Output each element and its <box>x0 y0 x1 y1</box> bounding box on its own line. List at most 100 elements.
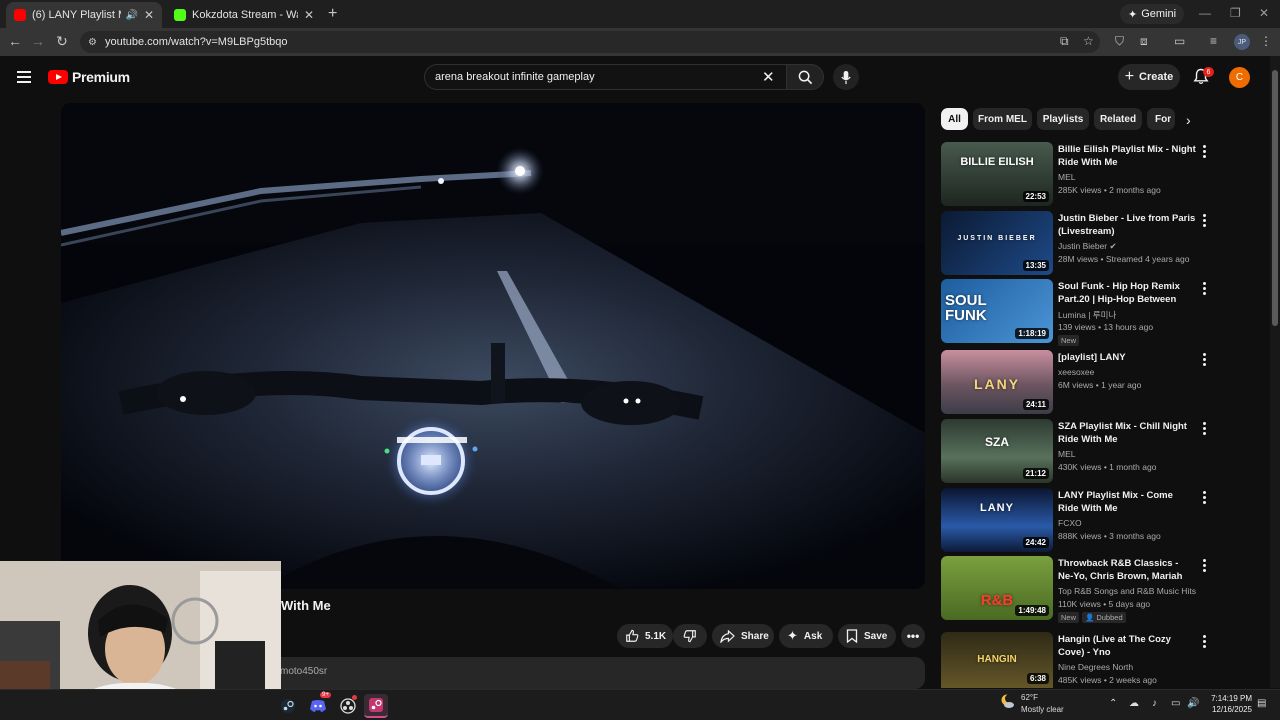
voice-search-button[interactable] <box>833 64 859 90</box>
profile-avatar[interactable]: JP <box>1234 34 1250 50</box>
like-button[interactable]: 5.1K <box>617 624 673 648</box>
create-button[interactable]: + Create <box>1118 64 1180 90</box>
minimize-icon[interactable]: — <box>1199 6 1211 20</box>
recommendation-title[interactable]: LANY Playlist Mix - Come Ride With Me <box>1058 489 1196 515</box>
microphone-icon[interactable]: ♪ <box>1152 698 1157 709</box>
site-info-icon[interactable]: ⚙ <box>88 37 97 48</box>
chip-related[interactable]: Related <box>1094 108 1142 130</box>
chip-playlists[interactable]: Playlists <box>1037 108 1089 130</box>
scrollbar-thumb[interactable] <box>1272 70 1278 326</box>
gemini-button[interactable]: ✦ Gemini <box>1120 4 1185 24</box>
video-thumbnail[interactable]: JUSTIN BIEBER 13:35 <box>941 211 1053 275</box>
bookmark-star-icon[interactable]: ☆ <box>1083 34 1094 48</box>
volume-icon[interactable]: 🔊 <box>1187 698 1199 709</box>
more-vertical-icon[interactable] <box>1199 282 1209 297</box>
youtube-logo[interactable]: Premium <box>48 69 130 85</box>
chip-from-mel[interactable]: From MEL <box>973 108 1032 130</box>
recommendation-channel[interactable]: Nine Degrees North <box>1058 662 1198 672</box>
taskbar-obs-app[interactable] <box>336 694 360 718</box>
chevron-up-icon[interactable]: ⌃ <box>1109 698 1117 709</box>
new-tab-button[interactable]: + <box>328 5 337 23</box>
account-avatar[interactable]: C <box>1229 67 1250 88</box>
recommendation-channel[interactable]: Lumina | 루미나 <box>1058 309 1198 321</box>
recommendation-item[interactable]: SOUL FUNK 1:18:19 Soul Funk - Hip Hop Re… <box>941 279 1211 346</box>
search-button[interactable] <box>786 64 824 90</box>
page-scrollbar[interactable] <box>1270 56 1280 688</box>
video-thumbnail[interactable]: LANY 24:11 <box>941 350 1053 414</box>
recommendation-channel[interactable]: Top R&B Songs and R&B Music Hits <box>1058 586 1198 596</box>
close-window-icon[interactable]: ✕ <box>1259 6 1269 20</box>
recommendation-channel[interactable]: Justin Bieber ✔ <box>1058 241 1198 252</box>
dislike-button[interactable] <box>673 624 707 648</box>
new-badge: New <box>1058 335 1080 346</box>
more-vertical-icon[interactable] <box>1199 559 1209 574</box>
notification-center-icon[interactable]: ▤ <box>1257 698 1266 709</box>
recommendation-item[interactable]: BILLIE EILISH 22:53 Billie Eilish Playli… <box>941 142 1211 206</box>
video-thumbnail[interactable]: HANGIN 6:38 <box>941 632 1053 688</box>
recommendation-channel[interactable]: MEL <box>1058 449 1198 459</box>
recommendation-item[interactable]: SZA 21:12 SZA Playlist Mix - Chill Night… <box>941 419 1211 483</box>
browser-menu-icon[interactable]: ⋮ <box>1260 34 1272 48</box>
forward-icon[interactable]: → <box>29 33 47 49</box>
speaker-icon[interactable]: 🔊 <box>125 10 137 21</box>
recommendation-title[interactable]: Soul Funk - Hip Hop Remix Part.20 | Hip-… <box>1058 280 1196 306</box>
share-button[interactable]: Share <box>712 624 774 648</box>
chip-for-you[interactable]: For <box>1147 108 1175 130</box>
video-thumbnail[interactable]: BILLIE EILISH 22:53 <box>941 142 1053 206</box>
cloud-sync-icon[interactable]: ☁ <box>1129 698 1139 709</box>
chevron-right-icon[interactable]: › <box>1186 112 1191 128</box>
taskbar-discord-app[interactable]: 9+ <box>306 692 331 718</box>
more-vertical-icon[interactable] <box>1199 145 1209 160</box>
shield-icon[interactable]: ⛉ <box>1115 34 1124 49</box>
recommendation-title[interactable]: Justin Bieber - Live from Paris (Livestr… <box>1058 212 1196 238</box>
split-view-icon[interactable]: ▭ <box>1174 34 1185 48</box>
reload-icon[interactable]: ↻ <box>53 33 71 50</box>
clear-search-icon[interactable]: ✕ <box>762 68 775 86</box>
hamburger-icon[interactable] <box>17 71 31 83</box>
recommendation-title[interactable]: Hangin (Live at The Cozy Cove) - Yno <box>1058 633 1196 659</box>
recommendation-item[interactable]: LANY 24:11 [playlist] LANY xeesoxee 6M v… <box>941 350 1211 414</box>
more-vertical-icon[interactable] <box>1199 635 1209 650</box>
search-input[interactable]: arena breakout infinite gameplay <box>424 64 786 90</box>
ask-button[interactable]: ✦ Ask <box>779 624 833 648</box>
video-thumbnail[interactable]: SOUL FUNK 1:18:19 <box>941 279 1053 343</box>
taskbar-active-app[interactable] <box>364 694 388 718</box>
recommendation-channel[interactable]: MEL <box>1058 172 1198 182</box>
recommendation-title[interactable]: SZA Playlist Mix - Chill Night Ride With… <box>1058 420 1196 446</box>
network-icon[interactable]: ▭ <box>1171 698 1180 709</box>
more-vertical-icon[interactable] <box>1199 214 1209 229</box>
recommendation-title[interactable]: Billie Eilish Playlist Mix - Night Ride … <box>1058 143 1196 169</box>
weather-widget[interactable] <box>1000 693 1016 714</box>
cast-icon[interactable]: ⧉ <box>1060 34 1069 49</box>
close-tab-icon[interactable]: ✕ <box>304 8 314 22</box>
recommendation-item[interactable]: R&B 1:49:48 Throwback R&B Classics - Ne-… <box>941 556 1211 623</box>
video-thumbnail[interactable]: SZA 21:12 <box>941 419 1053 483</box>
clock-date[interactable]: 12/16/2025 <box>1206 705 1252 714</box>
recommendation-channel[interactable]: xeesoxee <box>1058 367 1198 377</box>
video-player[interactable] <box>61 103 925 589</box>
address-bar[interactable]: ⚙ youtube.com/watch?v=M9LBPg5tbqo <box>80 31 1100 53</box>
restore-icon[interactable]: ❐ <box>1230 6 1241 20</box>
video-thumbnail[interactable]: LANY 24:42 <box>941 488 1053 552</box>
back-icon[interactable]: ← <box>6 33 24 49</box>
recommendation-title[interactable]: Throwback R&B Classics - Ne-Yo, Chris Br… <box>1058 557 1196 583</box>
more-vertical-icon[interactable] <box>1199 491 1209 506</box>
taskbar-steam-app[interactable] <box>276 694 300 718</box>
save-button[interactable]: Save <box>838 624 896 648</box>
chip-all[interactable]: All <box>941 108 968 130</box>
video-thumbnail[interactable]: R&B 1:49:48 <box>941 556 1053 620</box>
browser-tab-kick[interactable]: Kokzdota Stream - Watch Live o ✕ <box>166 2 322 28</box>
clock-time[interactable]: 7:14:19 PM <box>1206 694 1252 703</box>
recommendation-title[interactable]: [playlist] LANY <box>1058 351 1196 364</box>
more-actions-button[interactable]: ••• <box>901 624 925 648</box>
recommendation-channel[interactable]: FCXO <box>1058 518 1198 528</box>
recommendation-item[interactable]: JUSTIN BIEBER 13:35 Justin Bieber - Live… <box>941 211 1211 275</box>
browser-tab-youtube[interactable]: (6) LANY Playlist Mix - Chill 🔊 ✕ <box>6 2 162 28</box>
recommendation-item[interactable]: LANY 24:42 LANY Playlist Mix - Come Ride… <box>941 488 1211 552</box>
media-control-icon[interactable]: ≡ <box>1210 34 1217 48</box>
recommendation-item[interactable]: HANGIN 6:38 Hangin (Live at The Cozy Cov… <box>941 632 1211 688</box>
close-tab-icon[interactable]: ✕ <box>144 8 154 22</box>
extensions-icon[interactable]: ⧈ <box>1140 34 1148 49</box>
more-vertical-icon[interactable] <box>1199 353 1209 368</box>
more-vertical-icon[interactable] <box>1199 422 1209 437</box>
